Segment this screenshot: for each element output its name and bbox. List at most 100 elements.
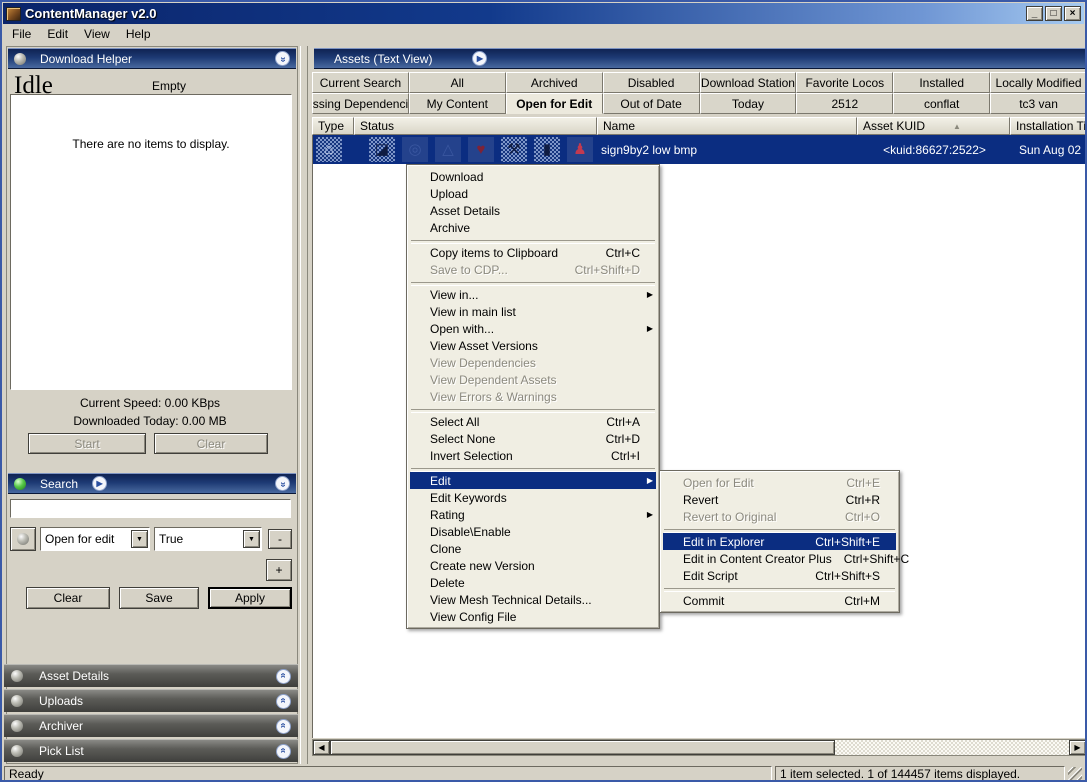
context-menu-item[interactable]: Rating ▶: [410, 506, 656, 523]
filter-tab[interactable]: Out of Date: [603, 93, 700, 114]
expand-chevron-icon[interactable]: »: [276, 669, 291, 684]
filter-tab[interactable]: tc3 van: [990, 93, 1087, 114]
context-menu-item[interactable]: Select All Ctrl+A ▶: [410, 413, 656, 430]
dropdown-arrow-icon[interactable]: ▼: [243, 530, 260, 548]
close-button[interactable]: ×: [1064, 6, 1081, 21]
scrollbar-thumb[interactable]: [330, 740, 835, 755]
collapsed-panel-header[interactable]: Archiver »: [4, 714, 298, 737]
context-menu-item[interactable]: View Asset Versions ▶: [410, 337, 656, 354]
context-menu-item[interactable]: Clone ▶: [410, 540, 656, 557]
context-menu-item[interactable]: Asset Details ▶: [410, 202, 656, 219]
filter-tab[interactable]: Locally Modified: [990, 72, 1087, 93]
column-header-status[interactable]: Status: [354, 117, 597, 135]
context-menu-item[interactable]: View Dependent Assets ▶: [410, 371, 656, 388]
assets-play-icon[interactable]: ▶: [472, 51, 487, 66]
filter-tab[interactable]: Favorite Locos: [796, 72, 893, 93]
minimize-button[interactable]: _: [1026, 6, 1043, 21]
download-helper-header[interactable]: Download Helper »: [8, 48, 296, 69]
dropdown-arrow-icon[interactable]: ▼: [131, 530, 148, 548]
submenu-item[interactable]: ▶: [664, 584, 895, 592]
menubar-item[interactable]: Help: [118, 25, 159, 43]
filter-tab[interactable]: 2512: [796, 93, 893, 114]
context-menu-item[interactable]: View in... ▶: [410, 286, 656, 303]
filter-tab[interactable]: Archived: [506, 72, 603, 93]
submenu-item[interactable]: ▶: [664, 525, 895, 533]
filter-tab[interactable]: Missing Dependencies: [312, 93, 409, 114]
filter-tab[interactable]: All: [409, 72, 506, 93]
download-list[interactable]: There are no items to display.: [10, 94, 292, 390]
panel-splitter[interactable]: [300, 46, 308, 764]
maximize-button[interactable]: □: [1045, 6, 1062, 21]
context-menu-item[interactable]: View Mesh Technical Details... ▶: [410, 591, 656, 608]
scroll-left-icon[interactable]: ◀: [313, 740, 330, 755]
context-menu-item[interactable]: View in main list ▶: [410, 303, 656, 320]
context-menu-item[interactable]: Select None Ctrl+D ▶: [410, 430, 656, 447]
start-button[interactable]: Start: [28, 433, 146, 454]
context-menu-item[interactable]: ▶: [411, 278, 655, 286]
submenu-item[interactable]: Revert to Original Ctrl+O ▶: [663, 508, 896, 525]
context-menu-item[interactable]: View Config File ▶: [410, 608, 656, 625]
filter-field-select[interactable]: Open for edit ▼: [40, 527, 150, 551]
filter-value-select[interactable]: True ▼: [154, 527, 262, 551]
filter-tab[interactable]: Open for Edit: [506, 93, 603, 114]
expand-chevron-icon[interactable]: »: [276, 719, 291, 734]
download-clear-button[interactable]: Clear: [154, 433, 268, 454]
collapse-chevron-icon[interactable]: »: [275, 476, 290, 491]
remove-filter-button[interactable]: -: [268, 529, 292, 549]
context-menu-item[interactable]: ▶: [411, 236, 655, 244]
context-menu-item[interactable]: Delete ▶: [410, 574, 656, 591]
collapse-chevron-icon[interactable]: »: [275, 51, 290, 66]
column-header-installation-time[interactable]: Installation Time: [1010, 117, 1087, 135]
filter-tab[interactable]: Disabled: [603, 72, 700, 93]
submenu-item[interactable]: Revert Ctrl+R ▶: [663, 491, 896, 508]
submenu-item[interactable]: Edit Script Ctrl+Shift+S ▶: [663, 567, 896, 584]
collapsed-panel-header[interactable]: Pick List »: [4, 739, 298, 762]
search-input[interactable]: [10, 499, 291, 518]
context-menu-item[interactable]: ▶: [411, 464, 655, 472]
column-header-name[interactable]: Name: [597, 117, 857, 135]
run-search-icon[interactable]: ▶: [92, 476, 107, 491]
collapsed-panel-header[interactable]: Asset Details »: [4, 664, 298, 687]
scroll-right-icon[interactable]: ▶: [1069, 740, 1086, 755]
horizontal-scrollbar[interactable]: ◀ ▶: [312, 739, 1087, 756]
menubar-item[interactable]: View: [76, 25, 118, 43]
context-menu-item[interactable]: Download ▶: [410, 168, 656, 185]
context-menu-item[interactable]: Create new Version ▶: [410, 557, 656, 574]
filter-tab[interactable]: Download Station: [700, 72, 797, 93]
menubar-item[interactable]: File: [4, 25, 39, 43]
submenu-item[interactable]: Open for Edit Ctrl+E ▶: [663, 474, 896, 491]
column-header-type[interactable]: Type: [312, 117, 354, 135]
submenu-item[interactable]: Commit Ctrl+M ▶: [663, 592, 896, 609]
submenu-item[interactable]: Edit in Content Creator Plus Ctrl+Shift+…: [663, 550, 896, 567]
context-menu-item[interactable]: Edit Keywords ▶: [410, 489, 656, 506]
expand-chevron-icon[interactable]: »: [276, 694, 291, 709]
filter-tab[interactable]: My Content: [409, 93, 506, 114]
filter-tab[interactable]: conflat: [893, 93, 990, 114]
context-menu-item[interactable]: Edit ▶: [410, 472, 656, 489]
collapsed-panel-header[interactable]: Uploads »: [4, 689, 298, 712]
context-menu-item[interactable]: Upload ▶: [410, 185, 656, 202]
search-clear-button[interactable]: Clear: [26, 587, 110, 609]
context-menu-item[interactable]: Disable\Enable ▶: [410, 523, 656, 540]
context-menu-item[interactable]: Copy items to Clipboard Ctrl+C ▶: [410, 244, 656, 261]
context-menu-item[interactable]: Invert Selection Ctrl+I ▶: [410, 447, 656, 464]
scrollbar-track[interactable]: [835, 740, 1069, 755]
context-menu-item[interactable]: Save to CDP... Ctrl+Shift+D ▶: [410, 261, 656, 278]
column-header-kuid[interactable]: Asset KUID ▲: [857, 117, 1010, 135]
filter-tab[interactable]: Today: [700, 93, 797, 114]
context-menu-item[interactable]: View Dependencies ▶: [410, 354, 656, 371]
context-menu-item[interactable]: Archive ▶: [410, 219, 656, 236]
add-filter-button[interactable]: +: [266, 559, 292, 581]
search-save-button[interactable]: Save: [119, 587, 199, 609]
submenu-item[interactable]: Edit in Explorer Ctrl+Shift+E ▶: [663, 533, 896, 550]
filter-tab[interactable]: Installed: [893, 72, 990, 93]
menubar-item[interactable]: Edit: [39, 25, 76, 43]
filter-toggle-button[interactable]: [10, 527, 36, 551]
search-header[interactable]: Search ▶ »: [8, 473, 296, 494]
table-row[interactable]: ⌂ ◪ ◎ △ ♥ ⚒ ▮ ♟ sign9by2 low bm: [313, 135, 1086, 164]
context-menu-item[interactable]: Open with... ▶: [410, 320, 656, 337]
expand-chevron-icon[interactable]: »: [276, 744, 291, 759]
search-apply-button[interactable]: Apply: [208, 587, 292, 609]
context-menu-item[interactable]: ▶: [411, 405, 655, 413]
resize-grip[interactable]: [1068, 767, 1082, 781]
